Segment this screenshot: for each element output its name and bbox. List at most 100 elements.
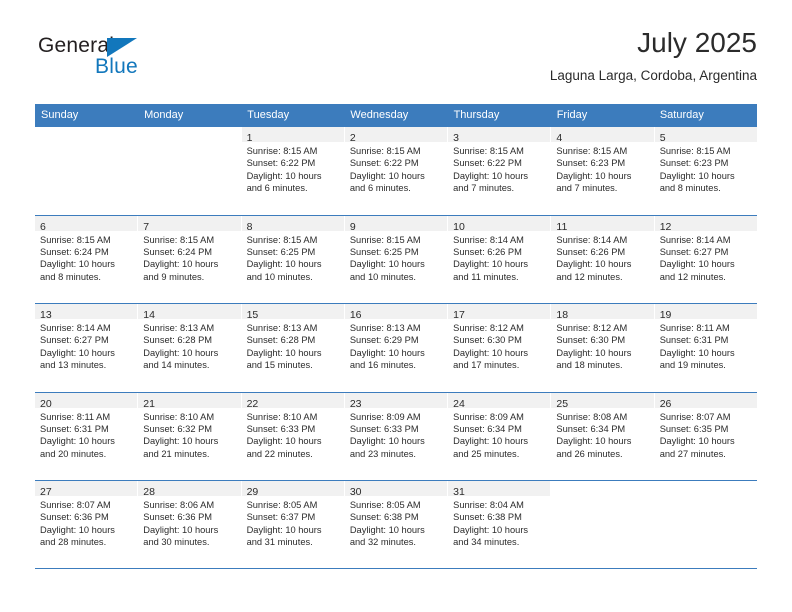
- day-number: 21: [143, 397, 155, 410]
- daylight-line-1: Daylight: 10 hours: [40, 347, 115, 358]
- weekday-header-row: Sunday Monday Tuesday Wednesday Thursday…: [35, 104, 757, 126]
- day-number: 3: [453, 132, 459, 144]
- day-details: Sunrise: 8:07 AM Sunset: 6:35 PM Dayligh…: [655, 408, 757, 461]
- daylight-line-1: Daylight: 10 hours: [143, 259, 219, 270]
- day-number-band: 4: [551, 127, 654, 144]
- week-row: 6 Sunrise: 8:15 AM Sunset: 6:24 PM Dayli…: [35, 214, 757, 303]
- day-number: 10: [453, 220, 465, 233]
- sunset-line: Sunset: 6:38 PM: [349, 512, 419, 523]
- day-cell[interactable]: 24 Sunrise: 8:09 AM Sunset: 6:34 PM Dayl…: [448, 392, 552, 480]
- day-cell[interactable]: 10 Sunrise: 8:14 AM Sunset: 6:26 PM Dayl…: [448, 215, 552, 303]
- day-cell[interactable]: 21 Sunrise: 8:10 AM Sunset: 6:32 PM Dayl…: [138, 392, 242, 480]
- day-cell[interactable]: 17 Sunrise: 8:12 AM Sunset: 6:30 PM Dayl…: [448, 304, 552, 392]
- day-cell[interactable]: 26 Sunrise: 8:07 AM Sunset: 6:35 PM Dayl…: [654, 392, 757, 480]
- day-number-band: 5: [654, 127, 757, 144]
- day-cell[interactable]: 5 Sunrise: 8:15 AM Sunset: 6:23 PM Dayli…: [654, 127, 757, 215]
- day-cell[interactable]: [35, 127, 139, 215]
- daylight-line-1: Daylight: 10 hours: [143, 347, 219, 358]
- daylight-line-2: and 34 minutes.: [453, 537, 520, 548]
- day-cell[interactable]: 7 Sunrise: 8:15 AM Sunset: 6:24 PM Dayli…: [138, 215, 242, 303]
- day-details: Sunrise: 8:14 AM Sunset: 6:26 PM Dayligh…: [448, 231, 550, 284]
- sunset-line: Sunset: 6:23 PM: [659, 158, 729, 169]
- sunset-line: Sunset: 6:23 PM: [556, 158, 626, 169]
- daylight-line-2: and 8 minutes.: [659, 183, 721, 194]
- sunrise-line: Sunrise: 8:10 AM: [143, 411, 215, 422]
- sunrise-line: Sunrise: 8:15 AM: [453, 146, 524, 156]
- day-number: 11: [556, 220, 568, 233]
- sunrise-line: Sunrise: 8:15 AM: [246, 146, 318, 156]
- day-number-band: 2: [344, 127, 448, 144]
- day-cell[interactable]: 29 Sunrise: 8:05 AM Sunset: 6:37 PM Dayl…: [241, 481, 345, 568]
- day-number: 26: [659, 397, 672, 410]
- day-cell[interactable]: 2 Sunrise: 8:15 AM Sunset: 6:22 PM Dayli…: [344, 127, 449, 215]
- sunset-line: Sunset: 6:22 PM: [453, 158, 522, 169]
- sunrise-line: Sunrise: 8:05 AM: [349, 500, 421, 510]
- day-cell[interactable]: 27 Sunrise: 8:07 AM Sunset: 6:36 PM Dayl…: [35, 481, 139, 568]
- day-number-band: 6: [35, 215, 138, 233]
- day-cell[interactable]: 16 Sunrise: 8:13 AM Sunset: 6:29 PM Dayl…: [344, 304, 449, 392]
- sunrise-line: Sunrise: 8:13 AM: [349, 323, 421, 333]
- day-cell[interactable]: 28 Sunrise: 8:06 AM Sunset: 6:36 PM Dayl…: [138, 481, 242, 568]
- day-number-band: 17: [448, 304, 551, 321]
- day-number: 29: [246, 486, 259, 498]
- day-cell[interactable]: 14 Sunrise: 8:13 AM Sunset: 6:28 PM Dayl…: [138, 304, 242, 392]
- day-number-band: 23: [344, 392, 448, 410]
- daylight-line-2: and 31 minutes.: [246, 537, 313, 548]
- daylight-line-1: Daylight: 10 hours: [556, 170, 632, 181]
- sunset-line: Sunset: 6:37 PM: [246, 512, 316, 523]
- day-cell[interactable]: 12 Sunrise: 8:14 AM Sunset: 6:27 PM Dayl…: [654, 215, 757, 303]
- daylight-line-2: and 21 minutes.: [143, 448, 210, 459]
- day-cell[interactable]: 31 Sunrise: 8:04 AM Sunset: 6:38 PM Dayl…: [448, 481, 552, 568]
- daylight-line-2: and 12 minutes.: [659, 271, 726, 282]
- day-details: Sunrise: 8:08 AM Sunset: 6:34 PM Dayligh…: [551, 408, 653, 461]
- day-cell[interactable]: 15 Sunrise: 8:13 AM Sunset: 6:28 PM Dayl…: [241, 304, 345, 392]
- day-cell[interactable]: 23 Sunrise: 8:09 AM Sunset: 6:33 PM Dayl…: [344, 392, 449, 480]
- day-cell[interactable]: 19 Sunrise: 8:11 AM Sunset: 6:31 PM Dayl…: [654, 304, 757, 392]
- day-number: 27: [40, 486, 52, 498]
- day-details: Sunrise: 8:14 AM Sunset: 6:26 PM Dayligh…: [551, 231, 653, 284]
- sunrise-line: Sunrise: 8:13 AM: [246, 323, 318, 333]
- day-number: 14: [143, 309, 155, 321]
- day-cell[interactable]: 22 Sunrise: 8:10 AM Sunset: 6:33 PM Dayl…: [241, 392, 345, 480]
- day-number: 16: [349, 309, 362, 321]
- sunrise-line: Sunrise: 8:15 AM: [246, 234, 318, 245]
- day-cell[interactable]: 25 Sunrise: 8:08 AM Sunset: 6:34 PM Dayl…: [551, 392, 655, 480]
- day-cell[interactable]: [551, 481, 655, 568]
- day-number: 4: [556, 132, 563, 144]
- sunrise-line: Sunrise: 8:05 AM: [246, 500, 318, 510]
- day-details: Sunrise: 8:15 AM Sunset: 6:25 PM Dayligh…: [345, 231, 447, 284]
- day-number: 19: [659, 309, 672, 321]
- day-cell[interactable]: 18 Sunrise: 8:12 AM Sunset: 6:30 PM Dayl…: [551, 304, 655, 392]
- day-cell[interactable]: [138, 127, 242, 215]
- day-cell[interactable]: 8 Sunrise: 8:15 AM Sunset: 6:25 PM Dayli…: [241, 215, 345, 303]
- sunset-line: Sunset: 6:22 PM: [349, 158, 419, 169]
- day-number: 28: [143, 486, 155, 498]
- day-number-band: 27: [35, 481, 138, 498]
- sunrise-line: Sunrise: 8:14 AM: [453, 234, 524, 245]
- sunrise-line: Sunrise: 8:15 AM: [143, 234, 215, 245]
- sunset-line: Sunset: 6:25 PM: [246, 246, 316, 257]
- day-details: Sunrise: 8:15 AM Sunset: 6:23 PM Dayligh…: [551, 142, 653, 195]
- daylight-line-1: Daylight: 10 hours: [40, 436, 115, 447]
- day-cell[interactable]: 3 Sunrise: 8:15 AM Sunset: 6:22 PM Dayli…: [448, 127, 552, 215]
- daylight-line-1: Daylight: 10 hours: [349, 259, 425, 270]
- day-details: Sunrise: 8:15 AM Sunset: 6:22 PM Dayligh…: [242, 142, 344, 195]
- day-cell[interactable]: 13 Sunrise: 8:14 AM Sunset: 6:27 PM Dayl…: [35, 304, 139, 392]
- sunset-line: Sunset: 6:26 PM: [453, 246, 522, 257]
- day-cell[interactable]: 6 Sunrise: 8:15 AM Sunset: 6:24 PM Dayli…: [35, 215, 139, 303]
- daylight-line-1: Daylight: 10 hours: [349, 347, 425, 358]
- day-cell[interactable]: 1 Sunrise: 8:15 AM Sunset: 6:22 PM Dayli…: [241, 127, 345, 215]
- day-cell[interactable]: 4 Sunrise: 8:15 AM Sunset: 6:23 PM Dayli…: [551, 127, 655, 215]
- day-number: 22: [246, 397, 259, 410]
- day-cell[interactable]: 30 Sunrise: 8:05 AM Sunset: 6:38 PM Dayl…: [344, 481, 449, 568]
- generalblue-logo[interactable]: General Blue: [35, 34, 215, 86]
- day-number: 6: [40, 220, 46, 233]
- day-number-band: 3: [448, 127, 551, 144]
- daylight-line-2: and 19 minutes.: [659, 360, 726, 371]
- day-cell[interactable]: 9 Sunrise: 8:15 AM Sunset: 6:25 PM Dayli…: [344, 215, 449, 303]
- day-cell[interactable]: 20 Sunrise: 8:11 AM Sunset: 6:31 PM Dayl…: [35, 392, 139, 480]
- day-cell[interactable]: 11 Sunrise: 8:14 AM Sunset: 6:26 PM Dayl…: [551, 215, 655, 303]
- sunset-line: Sunset: 6:28 PM: [246, 335, 316, 346]
- day-cell[interactable]: [654, 481, 757, 568]
- sunset-line: Sunset: 6:30 PM: [556, 335, 626, 346]
